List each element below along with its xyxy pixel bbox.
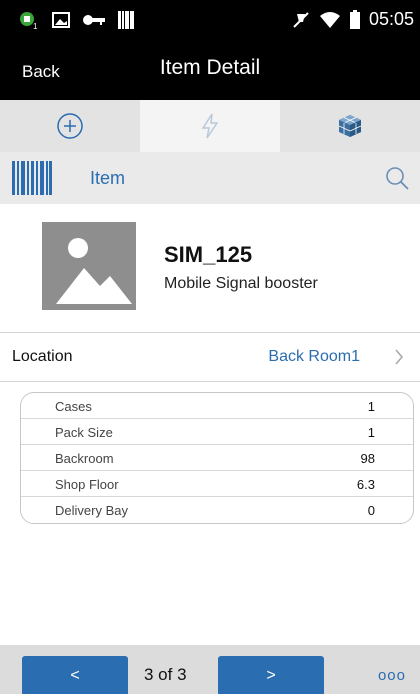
- table-row: Delivery Bay 0: [21, 497, 413, 523]
- backroom-value: 98: [360, 451, 375, 466]
- tab-add[interactable]: [0, 100, 140, 152]
- pagination-bar: < 3 of 3 > ooo: [0, 645, 420, 694]
- shop-floor-value: 6.3: [356, 477, 375, 492]
- item-sku: SIM_125: [164, 242, 253, 267]
- svg-text:1: 1: [33, 22, 38, 30]
- app-bar: Back Item Detail: [0, 40, 420, 100]
- pack-size-label: Pack Size: [55, 425, 113, 440]
- page-title: Item Detail: [159, 56, 261, 79]
- pack-size-value: 1: [367, 425, 375, 440]
- location-label: Location: [12, 348, 73, 365]
- lightning-icon: [201, 113, 219, 139]
- add-circle-icon: [57, 113, 83, 139]
- tab-inventory[interactable]: [280, 100, 420, 152]
- silent-icon: [293, 11, 309, 28]
- delivery-bay-value: 0: [367, 503, 375, 518]
- status-left-icons: 1: [18, 10, 134, 30]
- battery-icon: [349, 9, 360, 29]
- item-search-bar: Item: [0, 152, 420, 204]
- status-bar: 1 05:05: [0, 0, 420, 40]
- chevron-right-icon: [395, 349, 404, 365]
- tab-bar: [0, 100, 420, 152]
- image-placeholder-icon: [42, 222, 136, 310]
- status-right-icons: 05:05: [291, 9, 414, 30]
- barcode-scan-icon[interactable]: [12, 161, 52, 195]
- barcode-icon: [118, 11, 134, 29]
- more-options-button[interactable]: ooo: [378, 667, 406, 684]
- search-icon[interactable]: [384, 165, 410, 191]
- cases-label: Cases: [55, 399, 92, 414]
- table-row: Cases 1: [21, 393, 413, 419]
- table-row: Shop Floor 6.3: [21, 471, 413, 497]
- wifi-icon: [319, 11, 340, 28]
- tab-actions[interactable]: [140, 100, 280, 152]
- key-icon: [83, 15, 105, 25]
- location-value: Back Room1: [268, 348, 360, 365]
- cases-value: 1: [367, 399, 375, 414]
- table-row: Pack Size 1: [21, 419, 413, 445]
- page-indicator: 3 of 3: [144, 665, 187, 684]
- status-time: 05:05: [368, 9, 414, 29]
- item-image: [42, 222, 136, 310]
- table-row: Backroom 98: [21, 445, 413, 471]
- image-icon: [52, 12, 70, 28]
- details-table: Cases 1 Pack Size 1 Backroom 98 Shop Flo…: [20, 392, 414, 524]
- location-row[interactable]: Location Back Room1: [0, 332, 420, 382]
- cube-icon: [338, 115, 362, 137]
- delivery-bay-label: Delivery Bay: [55, 503, 128, 518]
- backroom-label: Backroom: [55, 451, 114, 466]
- item-label: Item: [90, 168, 126, 188]
- shop-floor-label: Shop Floor: [55, 477, 119, 492]
- next-button[interactable]: >: [218, 656, 324, 694]
- item-description: Mobile Signal booster: [164, 275, 318, 292]
- previous-button[interactable]: <: [22, 656, 128, 694]
- notification-icon: 1: [20, 12, 38, 30]
